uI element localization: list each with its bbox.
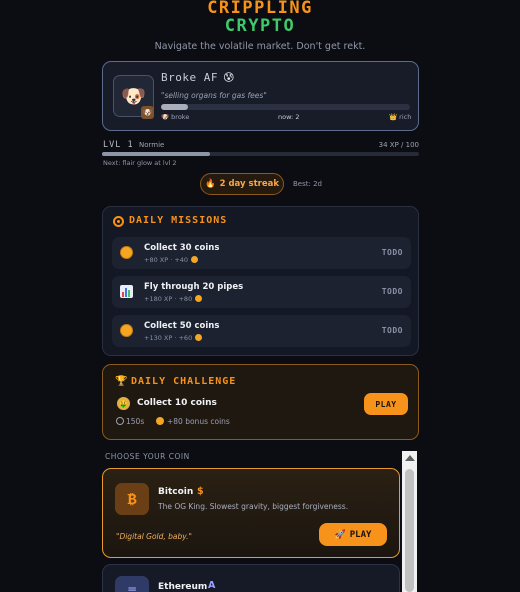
best-streak: Best: 2d xyxy=(293,180,322,188)
scrollbar-thumb[interactable] xyxy=(405,469,414,592)
challenge-bonus: +80 bonus coins xyxy=(155,417,230,426)
mission-title: Collect 30 coins xyxy=(144,243,220,253)
coin-symbol: A xyxy=(208,580,216,591)
level-progress-fill xyxy=(102,152,210,156)
streak-label: 2 day streak xyxy=(219,179,279,189)
wealth-progress-bar xyxy=(161,104,410,110)
challenge-title: DAILY CHALLENGE xyxy=(131,376,237,387)
mission-item[interactable]: Fly through 20 pipes +180 XP · +80 TODO xyxy=(112,276,411,308)
trophy-icon: 🏆 xyxy=(115,376,128,387)
mission-title: Collect 50 coins xyxy=(144,321,220,331)
level-progress-bar xyxy=(102,152,419,156)
challenge-play-button[interactable]: PLAY xyxy=(364,393,408,415)
coin-icon xyxy=(120,246,133,259)
level-name: Normie xyxy=(139,141,165,149)
level-label: LVL 1 xyxy=(103,140,134,150)
coin-description: The OG King. Slowest gravity, biggest fo… xyxy=(158,502,349,511)
coin-name: Ethereum xyxy=(158,582,208,592)
daily-challenge-panel: 🏆 DAILY CHALLENGE 🤑 Collect 10 coins 150… xyxy=(102,364,419,440)
avatar-badge: 🐶 xyxy=(141,106,154,119)
chart-icon xyxy=(120,285,133,298)
coin-small-icon xyxy=(195,295,203,302)
anxious-face-icon: 😰 xyxy=(223,71,235,84)
wealth-label-left: 🐶 broke xyxy=(161,113,190,121)
coin-card-bitcoin[interactable]: ₿ Bitcoin $ The OG King. Slowest gravity… xyxy=(102,468,400,558)
bitcoin-play-button[interactable]: 🚀 PLAY xyxy=(319,523,387,546)
level-next-hint: Next: flair glow at lvl 2 xyxy=(103,159,177,167)
coin-small-icon xyxy=(191,256,199,263)
coin-card-ethereum[interactable]: ≡ Ethereum A xyxy=(102,564,400,592)
bitcoin-icon: ₿ xyxy=(115,483,149,515)
mission-reward: +180 XP · +80 xyxy=(144,295,203,303)
mission-status: TODO xyxy=(381,287,403,296)
tagline: Navigate the volatile market. Don't get … xyxy=(154,41,366,52)
coin-icon xyxy=(120,324,133,337)
target-icon xyxy=(113,216,124,227)
challenge-time: 150s xyxy=(116,417,144,426)
xp-count: 34 XP / 100 xyxy=(378,141,419,149)
mission-status: TODO xyxy=(381,326,403,335)
profile-card[interactable]: 🐶 🐶 Broke AF 😰 "selling organs for gas f… xyxy=(102,61,419,131)
coin-quote: "Digital Gold, baby." xyxy=(116,532,192,541)
ethereum-icon: ≡ xyxy=(115,576,149,592)
wealth-label-mid: now: 2 xyxy=(278,113,300,121)
mission-title: Fly through 20 pipes xyxy=(144,282,244,292)
dog-avatar-icon: 🐶 xyxy=(121,84,146,108)
streak-badge: 🔥 2 day streak xyxy=(200,173,284,195)
wealth-label-right: 👑 rich xyxy=(389,113,412,121)
mission-item[interactable]: Collect 30 coins +80 XP · +40 TODO xyxy=(112,237,411,269)
mission-item[interactable]: Collect 50 coins +130 XP · +60 TODO xyxy=(112,315,411,347)
scroll-up-arrow-icon[interactable] xyxy=(405,455,415,461)
missions-title: DAILY MISSIONS xyxy=(129,215,228,226)
dog-small-icon: 🐶 xyxy=(161,113,170,121)
flame-icon: 🔥 xyxy=(205,179,216,189)
choose-coin-heading: CHOOSE YOUR COIN xyxy=(105,452,190,461)
crown-icon: 👑 xyxy=(389,113,398,121)
coin-small-icon xyxy=(195,334,203,341)
coin-name: Bitcoin xyxy=(158,487,194,497)
mission-status: TODO xyxy=(381,248,403,257)
money-face-icon: 🤑 xyxy=(117,397,130,410)
mission-reward: +80 XP · +40 xyxy=(144,256,199,264)
wealth-progress-fill xyxy=(161,104,189,110)
play-label: PLAY xyxy=(349,529,372,540)
title-line-2: CRYPTO xyxy=(224,16,296,36)
dog-badge-icon: 🐶 xyxy=(142,108,153,117)
coin-small-icon xyxy=(156,417,164,425)
daily-missions-panel: DAILY MISSIONS Collect 30 coins +80 XP ·… xyxy=(102,206,419,356)
profile-quote: "selling organs for gas fees" xyxy=(161,91,267,100)
coin-symbol: $ xyxy=(197,486,204,497)
clock-icon xyxy=(116,417,124,425)
mission-reward: +130 XP · +60 xyxy=(144,334,203,342)
rocket-icon: 🚀 xyxy=(334,529,346,540)
challenge-task: Collect 10 coins xyxy=(137,398,217,408)
profile-name: Broke AF xyxy=(161,71,218,84)
